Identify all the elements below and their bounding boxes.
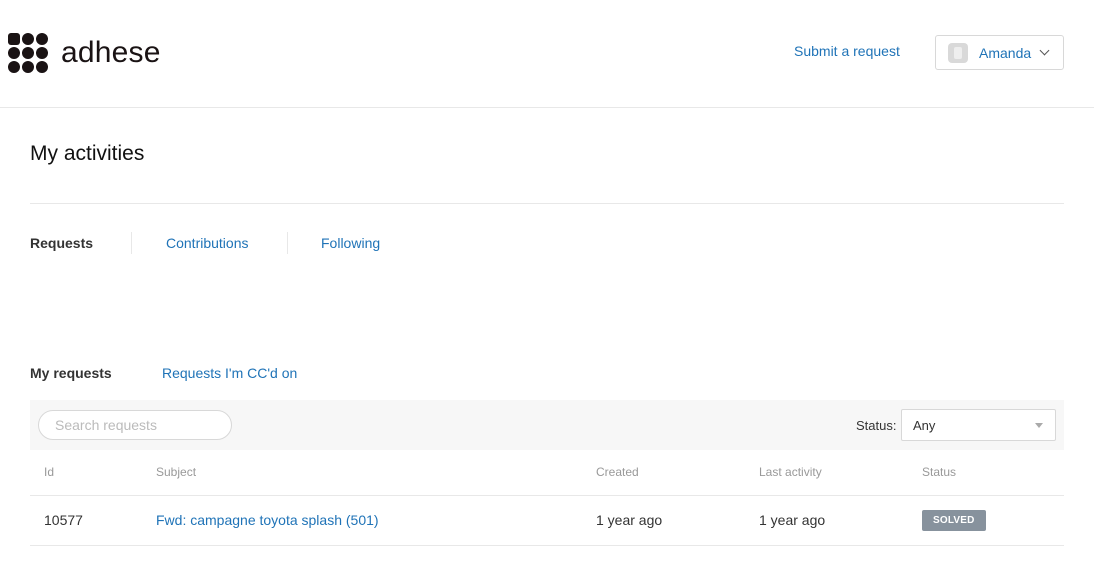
column-header-id[interactable]: Id bbox=[44, 465, 54, 479]
chevron-down-icon bbox=[1039, 45, 1050, 56]
site-header: adhese Submit a request Amanda bbox=[0, 0, 1094, 108]
column-header-subject[interactable]: Subject bbox=[156, 465, 196, 479]
status-badge: SOLVED bbox=[922, 510, 986, 531]
divider bbox=[30, 203, 1064, 204]
page-title: My activities bbox=[30, 142, 145, 165]
request-subtabs: My requests Requests I'm CC'd on bbox=[30, 365, 297, 381]
user-menu-button[interactable]: Amanda bbox=[935, 35, 1064, 70]
subtab-my-requests[interactable]: My requests bbox=[30, 365, 162, 381]
avatar-icon bbox=[948, 42, 968, 63]
search-input[interactable] bbox=[38, 410, 232, 440]
filter-bar: Status: Any bbox=[30, 400, 1064, 450]
table-header: Id Subject Created Last activity Status bbox=[30, 451, 1064, 496]
tab-following[interactable]: Following bbox=[321, 232, 380, 254]
request-subject-link[interactable]: Fwd: campagne toyota splash (501) bbox=[156, 512, 379, 528]
status-select-value: Any bbox=[913, 418, 936, 433]
logo-mark-icon bbox=[8, 33, 48, 73]
brand-logo[interactable]: adhese bbox=[8, 33, 161, 73]
tab-separator bbox=[131, 232, 132, 254]
tab-contributions[interactable]: Contributions bbox=[166, 232, 287, 254]
column-header-created[interactable]: Created bbox=[596, 465, 639, 479]
subtab-cc-requests[interactable]: Requests I'm CC'd on bbox=[162, 365, 297, 381]
submit-request-link[interactable]: Submit a request bbox=[794, 43, 900, 59]
brand-name: adhese bbox=[61, 36, 161, 69]
table-row: 10577 Fwd: campagne toyota splash (501) … bbox=[30, 496, 1064, 546]
status-select[interactable]: Any bbox=[901, 409, 1056, 441]
tab-separator bbox=[287, 232, 288, 254]
caret-down-icon bbox=[1035, 423, 1043, 428]
status-filter-label: Status: bbox=[856, 418, 897, 433]
request-created: 1 year ago bbox=[596, 512, 663, 528]
tab-requests[interactable]: Requests bbox=[30, 232, 131, 254]
column-header-status[interactable]: Status bbox=[922, 465, 956, 479]
request-id: 10577 bbox=[44, 512, 83, 528]
activity-tabs: Requests Contributions Following bbox=[30, 232, 380, 254]
user-name: Amanda bbox=[979, 44, 1032, 61]
column-header-last-activity[interactable]: Last activity bbox=[759, 465, 822, 479]
request-last-activity: 1 year ago bbox=[759, 512, 826, 528]
